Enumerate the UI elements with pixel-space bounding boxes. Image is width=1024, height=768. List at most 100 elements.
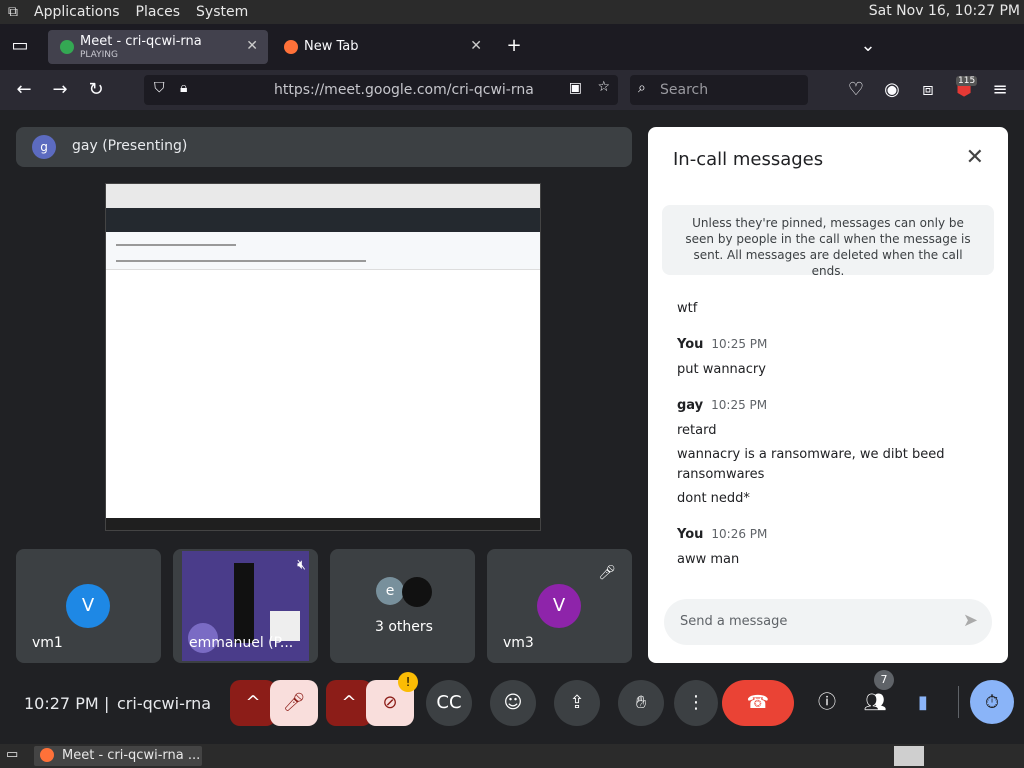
- reader-view-icon[interactable]: ▣: [569, 80, 582, 96]
- shield-icon[interactable]: ⛉: [154, 80, 165, 96]
- avatar: e: [376, 577, 404, 605]
- chevron-up-icon: ^: [245, 692, 261, 713]
- message-sender: gay: [677, 398, 704, 413]
- mic-off-icon: 🎤︎: [282, 692, 306, 713]
- lock-icon[interactable]: 🔒︎: [180, 80, 187, 96]
- search-icon: ⌕: [638, 80, 646, 96]
- participant-tile-others[interactable]: e 3 others: [330, 549, 475, 663]
- account-icon[interactable]: ◉: [880, 78, 904, 102]
- message-time: 10:25 PM: [711, 337, 768, 351]
- pocket-icon[interactable]: ♡: [844, 78, 868, 102]
- participant-name: vm3: [503, 635, 534, 651]
- meeting-details-button[interactable]: ⓘ: [804, 680, 850, 726]
- warning-badge-icon: !: [398, 672, 418, 692]
- firefox-favicon-icon: [284, 40, 298, 54]
- distro-logo-icon[interactable]: ⧉: [0, 4, 26, 20]
- message-sender: You: [677, 527, 704, 542]
- show-desktop-icon[interactable]: ▭: [6, 747, 18, 762]
- shared-repo-header: [106, 232, 540, 270]
- chat-message: gay 10:25 PM retard wannacry is a ransomw…: [677, 398, 977, 509]
- url-bar[interactable]: ⛉ 🔒︎ https://meet.google.com/cri-qcwi-rn…: [144, 75, 618, 105]
- chat-title: In-call messages: [673, 149, 824, 170]
- participant-name: emmanuel (P...: [189, 635, 294, 651]
- chat-message: You 10:25 PM put wannacry: [677, 337, 767, 380]
- captions-button[interactable]: CC: [426, 680, 472, 726]
- hamburger-menu-icon[interactable]: ≡: [988, 78, 1012, 102]
- reload-icon[interactable]: ↻: [84, 78, 108, 102]
- back-arrow-icon[interactable]: ←: [12, 78, 36, 102]
- chat-bubble-icon: ▮: [918, 692, 928, 713]
- present-screen-icon: ⇪: [569, 692, 585, 713]
- meeting-time: 10:27 PM: [24, 694, 99, 713]
- mic-off-icon: 🎤︎: [598, 565, 616, 581]
- leave-call-button[interactable]: ☎︎: [722, 680, 794, 726]
- mic-toggle-button[interactable]: 🎤︎: [270, 680, 318, 726]
- more-vertical-icon: ⋮: [687, 692, 705, 713]
- taskbar-item-label: Meet - cri-qcwi-rna ...: [62, 748, 201, 763]
- forward-arrow-icon[interactable]: →: [48, 78, 72, 102]
- message-text: retard: [677, 423, 717, 438]
- extensions-icon[interactable]: ⧈: [916, 78, 940, 102]
- applications-menu[interactable]: Applications: [26, 4, 128, 20]
- tab-new-tab[interactable]: New Tab ✕: [272, 30, 492, 64]
- tab-title: New Tab: [304, 39, 359, 54]
- chat-message-input[interactable]: Send a message ➤: [664, 599, 992, 645]
- tab-list-icon[interactable]: ▭: [8, 34, 32, 58]
- game-board: [234, 563, 254, 643]
- tab-title: Meet - cri-qcwi-rna: [80, 34, 202, 49]
- participants-count: 7: [874, 670, 894, 690]
- close-icon[interactable]: ✕: [966, 145, 984, 170]
- raise-hand-button[interactable]: ✋︎: [618, 680, 664, 726]
- chat-message: wtf: [677, 299, 697, 319]
- tab-close-icon[interactable]: ✕: [246, 38, 258, 54]
- avatar: [402, 577, 432, 607]
- shared-screen[interactable]: [105, 183, 541, 531]
- meet-area: g gay (Presenting) V vm1 🔇︎ emmanuel (P.…: [0, 110, 1024, 744]
- captions-icon: CC: [436, 692, 462, 713]
- send-icon[interactable]: ➤: [963, 610, 978, 631]
- shared-content-line: [116, 260, 366, 262]
- more-options-button[interactable]: ⋮: [674, 680, 718, 726]
- present-button[interactable]: ⇪: [554, 680, 600, 726]
- emoji-button[interactable]: ☺: [490, 680, 536, 726]
- search-field[interactable]: ⌕ Search: [630, 75, 808, 105]
- search-placeholder: Search: [660, 82, 709, 98]
- participant-name: vm1: [32, 635, 63, 651]
- avatar: V: [66, 584, 110, 628]
- chat-input-placeholder: Send a message: [680, 614, 788, 629]
- chat-button[interactable]: ▮: [900, 680, 946, 726]
- tab-meet[interactable]: Meet - cri-qcwi-rna PLAYING ✕: [48, 30, 268, 64]
- people-icon: 👥︎: [863, 692, 887, 713]
- message-text: dont nedd*: [677, 491, 750, 506]
- separator: |: [104, 694, 110, 713]
- tab-close-icon[interactable]: ✕: [470, 38, 482, 54]
- shared-github-header: [106, 208, 540, 232]
- info-icon: ⓘ: [818, 692, 836, 713]
- chat-message: You 10:26 PM aww man: [677, 527, 767, 570]
- tab-playing-label: PLAYING: [80, 50, 118, 60]
- bookmark-star-icon[interactable]: ☆: [597, 79, 610, 95]
- presenter-bar: g gay (Presenting): [16, 127, 632, 167]
- workspace-switcher[interactable]: [894, 746, 924, 766]
- tab-bar: ▭ Meet - cri-qcwi-rna PLAYING ✕ New Tab …: [0, 24, 1024, 70]
- clock-icon: ⏱: [984, 692, 1000, 713]
- tab-overflow-chevron-icon[interactable]: ⌄: [856, 34, 880, 58]
- taskbar: ▭ Meet - cri-qcwi-rna ...: [0, 744, 1024, 768]
- places-menu[interactable]: Places: [128, 4, 189, 20]
- taskbar-item-meet[interactable]: Meet - cri-qcwi-rna ...: [34, 746, 202, 766]
- panel-clock[interactable]: Sat Nov 16, 10:27 PM: [869, 3, 1020, 19]
- camera-off-icon: ⊘: [382, 692, 398, 713]
- participant-tile-emmanuel[interactable]: 🔇︎ emmanuel (P...: [173, 549, 318, 663]
- message-time: 10:25 PM: [711, 398, 768, 412]
- muted-speaker-icon: 🔇︎: [297, 557, 306, 573]
- participant-tile-vm1[interactable]: V vm1: [16, 549, 161, 663]
- system-menu[interactable]: System: [188, 4, 256, 20]
- new-tab-plus-icon[interactable]: +: [502, 34, 526, 58]
- firefox-icon: [40, 748, 54, 762]
- url-text[interactable]: https://meet.google.com/cri-qcwi-rna: [274, 82, 534, 98]
- call-controls: 10:27 PM | cri-qcwi-rna ^ 🎤︎ ^ ⊘ ! CC ☺ …: [0, 670, 1024, 744]
- divider: [958, 686, 959, 718]
- participant-tile-vm3[interactable]: 🎤︎ V vm3: [487, 549, 632, 663]
- hand-icon: ✋︎: [635, 692, 647, 713]
- activities-button[interactable]: ⏱: [970, 680, 1014, 724]
